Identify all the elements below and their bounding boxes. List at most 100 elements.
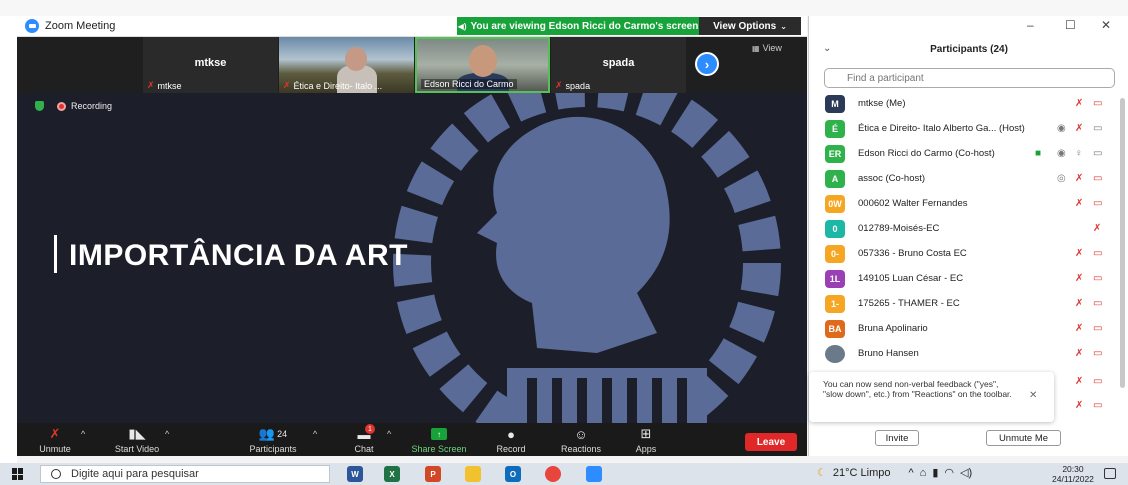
screen-share-icon: ■ [1035, 148, 1042, 159]
leave-button[interactable]: Leave [745, 433, 797, 451]
minimize-icon[interactable]: – [1027, 18, 1034, 32]
mic-muted-icon[interactable]: ✗ [1075, 323, 1083, 334]
battery-icon[interactable]: ▮ [932, 466, 938, 479]
participant-row[interactable]: 0 012789-Moisés-EC ✗ [809, 216, 1121, 241]
participants-button[interactable]: 👥 24 Participants [243, 426, 303, 454]
close-icon[interactable]: ✕ [1101, 18, 1111, 32]
chevron-up-icon[interactable]: ^ [313, 429, 317, 439]
grid-icon: ▦ [752, 43, 760, 53]
participant-row[interactable]: 1- 175265 - THAMER - EC ✗ ▭ [809, 291, 1121, 316]
participant-row[interactable]: 1L 149105 Luan César - EC ✗ ▭ [809, 266, 1121, 291]
start-video-button[interactable]: ▮◣ Start Video [109, 426, 165, 454]
network-icon[interactable]: ⌂ [920, 467, 927, 479]
clock-date: 24/11/2022 [1052, 474, 1094, 484]
mic-muted-icon[interactable]: ✗ [1075, 400, 1083, 411]
video-off-icon[interactable]: ▭ [1093, 298, 1102, 309]
video-tile-label: ✗ spada [555, 80, 590, 91]
outlook-icon[interactable]: O [505, 466, 521, 482]
mic-muted-icon[interactable]: ✗ [1075, 98, 1083, 109]
powerpoint-icon[interactable]: P [425, 466, 441, 482]
recording-icon: ◉ [1057, 123, 1066, 134]
mic-icon[interactable]: ♀ [1075, 148, 1083, 159]
notification-icon[interactable] [1104, 468, 1116, 479]
video-tile-label: Edson Ricci do Carmo [421, 79, 517, 89]
record-button[interactable]: ● Record [493, 426, 529, 455]
shared-screen[interactable]: Recording IMPORTÂNCIA DA ART [17, 93, 807, 423]
participant-name: Bruno Hansen [858, 348, 919, 359]
share-screen-button[interactable]: ↑ Share Screen [409, 426, 469, 454]
chat-button[interactable]: ▬ 1 Chat [347, 424, 381, 454]
video-tile-active-speaker[interactable]: Edson Ricci do Carmo [415, 37, 550, 93]
mic-muted-icon: ✗ [147, 80, 155, 90]
chevron-up-icon[interactable]: ^ [81, 429, 85, 439]
video-tile-label-text: mtkse [157, 80, 182, 91]
chrome-icon[interactable] [545, 466, 561, 482]
maximize-icon[interactable]: ☐ [1065, 18, 1076, 32]
video-tile[interactable]: ✗ Ética e Direito- Italo ... [279, 37, 414, 93]
video-off-icon[interactable]: ▭ [1093, 248, 1102, 259]
mic-muted-icon[interactable]: ✗ [1075, 198, 1083, 209]
reactions-button[interactable]: ☺ Reactions [557, 426, 605, 455]
find-participant-input[interactable] [824, 68, 1115, 88]
close-icon[interactable]: ✕ [1029, 390, 1037, 402]
apps-button[interactable]: ⊞ Apps [629, 426, 663, 454]
excel-icon[interactable]: X [384, 466, 400, 482]
avatar: ER [825, 144, 845, 163]
video-icon[interactable]: ▭ [1093, 148, 1102, 159]
weather-text[interactable]: 21°C Limpo [833, 467, 891, 479]
video-tile-label-text: Edson Ricci do Carmo [424, 79, 514, 89]
participant-row[interactable]: 0W 000602 Walter Fernandes ✗ ▭ [809, 191, 1121, 216]
volume-icon[interactable]: ◁) [960, 466, 972, 479]
video-tile-label: ✗ Ética e Direito- Italo ... [283, 80, 382, 91]
chevron-up-icon[interactable]: ^ [165, 429, 169, 439]
mic-muted-icon[interactable]: ✗ [1075, 273, 1083, 284]
recording-indicator[interactable]: Recording [35, 101, 112, 111]
unmute-button[interactable]: ✗ Unmute [35, 426, 75, 454]
participant-row[interactable]: Bruno Hansen ✗ ▭ [809, 341, 1121, 366]
video-off-icon[interactable]: ▭ [1093, 273, 1102, 284]
unmute-me-button[interactable]: Unmute Me [986, 430, 1061, 446]
video-off-icon[interactable]: ▭ [1093, 348, 1102, 359]
participants-scrollbar[interactable] [1120, 98, 1125, 388]
zoom-taskbar-icon[interactable] [586, 466, 602, 482]
taskbar-clock[interactable]: 20:30 24/11/2022 [1052, 464, 1094, 484]
chevron-up-icon[interactable]: ^ [908, 467, 913, 479]
view-button[interactable]: ▦ View [752, 43, 782, 53]
windows-start-icon[interactable] [12, 468, 24, 480]
chevron-up-icon[interactable]: ^ [387, 429, 391, 439]
participant-row[interactable]: BA Bruna Apolinario ✗ ▭ [809, 316, 1121, 341]
share-banner-text: You are viewing Edson Ricci do Carmo's s… [470, 20, 699, 32]
participant-row[interactable]: ER Edson Ricci do Carmo (Co-host) ■ ◉ ♀ … [809, 141, 1121, 166]
wifi-icon[interactable]: ◠ [944, 466, 954, 479]
video-off-icon: ▮◣ [128, 426, 146, 441]
video-off-icon[interactable]: ▭ [1093, 98, 1102, 109]
mic-muted-icon[interactable]: ✗ [1075, 173, 1083, 184]
participant-row[interactable]: É Ética e Direito- Italo Alberto Ga... (… [809, 116, 1121, 141]
video-off-icon[interactable]: ▭ [1093, 173, 1102, 184]
mic-muted-icon[interactable]: ✗ [1075, 248, 1083, 259]
participant-row[interactable]: M mtkse (Me) ✗ ▭ [809, 91, 1121, 116]
record-icon: ● [507, 426, 515, 442]
view-options-button[interactable]: View Options ⌄ [699, 17, 801, 35]
mic-muted-icon[interactable]: ✗ [1075, 376, 1083, 387]
file-explorer-icon[interactable] [465, 466, 481, 482]
mic-muted-icon[interactable]: ✗ [1093, 223, 1101, 234]
avatar: É [825, 119, 845, 138]
mic-muted-icon[interactable]: ✗ [1075, 348, 1083, 359]
video-tile[interactable]: mtkse ✗ mtkse [143, 37, 278, 93]
word-icon[interactable]: W [347, 466, 363, 482]
taskbar-search[interactable]: Digite aqui para pesquisar [40, 465, 330, 483]
mic-muted-icon[interactable]: ✗ [1075, 298, 1083, 309]
mic-muted-icon[interactable]: ✗ [1075, 123, 1083, 134]
video-icon[interactable]: ▭ [1093, 123, 1102, 134]
video-off-icon[interactable]: ▭ [1093, 376, 1102, 387]
video-off-icon[interactable]: ▭ [1093, 198, 1102, 209]
video-tile[interactable]: spada ✗ spada [551, 37, 686, 93]
share-screen-label: Share Screen [411, 444, 467, 454]
invite-button[interactable]: Invite [875, 430, 919, 446]
participant-row[interactable]: 0- 057336 - Bruno Costa EC ✗ ▭ [809, 241, 1121, 266]
participant-row[interactable]: A assoc (Co-host) ◎ ✗ ▭ [809, 166, 1121, 191]
video-off-icon[interactable]: ▭ [1093, 400, 1102, 411]
next-page-button[interactable]: › [695, 52, 719, 76]
video-off-icon[interactable]: ▭ [1093, 323, 1102, 334]
